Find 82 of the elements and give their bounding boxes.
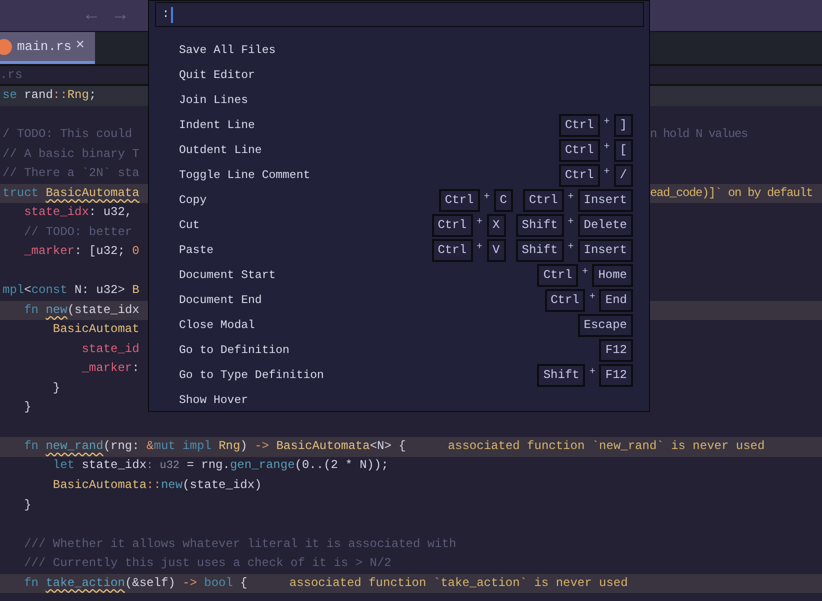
plus-sign: + [568, 216, 574, 230]
command-item[interactable]: Go to Definition [179, 342, 290, 360]
code-line: fn take_action(&self) -> bool { [23, 574, 248, 592]
code-line: state_idx: u32, [23, 204, 132, 221]
code-line: /// Whether it allows whatever literal it is associated with [23, 536, 456, 552]
plus-sign: + [568, 241, 574, 255]
command-item[interactable]: Indent Line [179, 116, 255, 134]
command-input[interactable]: : [155, 2, 644, 27]
code-line: _marker: [u32; 0 [23, 243, 140, 260]
key-cap: F12 [599, 364, 633, 387]
key-cap: Insert [578, 189, 633, 212]
code-line: truct BasicAutomata [2, 184, 140, 202]
code-line: BasicAutomata::new(state_idx) [52, 477, 262, 494]
key-cap: Ctrl [537, 264, 578, 287]
command-item[interactable]: Cut [179, 216, 200, 234]
key-cap: End [599, 289, 633, 312]
key-cap: Shift [516, 239, 564, 262]
key-cap: Shift [516, 214, 564, 237]
code-line: n hold N values [650, 126, 748, 143]
key-cap: Ctrl [522, 189, 564, 212]
command-item[interactable]: Save All Files [179, 42, 276, 60]
key-cap: [ [614, 139, 633, 162]
code-line: state_id [80, 340, 140, 358]
text-cursor [170, 6, 173, 22]
code-line: } [23, 399, 32, 416]
key-cap: X [486, 214, 506, 237]
key-cap: Ctrl [558, 114, 600, 137]
command-item[interactable]: Document End [179, 292, 262, 310]
file-type-icon [0, 38, 13, 56]
plus-sign: + [604, 116, 610, 130]
key-cap: Home [592, 264, 633, 287]
key-cap: Ctrl [432, 239, 473, 262]
key-cap: ] [614, 114, 633, 137]
key-cap: Ctrl [432, 214, 473, 237]
code-line: /// Currently this just uses a check of it is > N/2 [23, 555, 392, 572]
code-line: / TODO: This could [2, 126, 132, 143]
command-item[interactable]: Document Start [179, 266, 276, 284]
code-line: // There a `2N` sta [2, 165, 140, 182]
code-line: fn new(state_idx [23, 302, 140, 318]
code-line: // TODO: better [23, 224, 132, 240]
input-text: : [162, 6, 170, 24]
command-item[interactable]: Copy [179, 192, 207, 210]
command-item[interactable]: Paste [179, 242, 214, 260]
key-cap: Insert [578, 239, 633, 262]
plus-sign: + [582, 266, 588, 280]
key-cap: Ctrl [558, 164, 600, 187]
key-cap: C [494, 189, 513, 212]
command-item[interactable]: Close Modal [179, 316, 255, 334]
key-cap: Ctrl [438, 189, 480, 212]
key-cap: Escape [578, 314, 633, 337]
code-line: BasicAutomat [52, 321, 140, 338]
command-item[interactable]: Outdent Line [179, 142, 262, 160]
key-cap: / [614, 164, 633, 187]
code-line: } [23, 496, 32, 514]
code-line: _marker: [80, 360, 140, 377]
plus-sign: + [589, 366, 596, 380]
plus-sign: + [604, 141, 610, 155]
code-line: fn new_rand(rng: &mut impl Rng) -> BasicAutomata<N> { [23, 438, 406, 455]
key-cap: V [486, 239, 506, 262]
close-icon[interactable]: × [76, 35, 85, 58]
code-line: } [52, 380, 60, 396]
plus-sign: + [568, 191, 574, 205]
command-item[interactable]: Toggle Line Comment [179, 166, 310, 184]
code-line: se rand::Rng; [2, 87, 96, 104]
key-cap: Shift [537, 364, 586, 387]
code-line: let state_idx: u32 = rng.gen_range(0..(2 * N)); [52, 457, 388, 474]
plus-sign: + [604, 166, 610, 180]
key-cap: Delete [578, 214, 633, 237]
plus-sign: + [589, 291, 596, 305]
command-item[interactable]: Show Hover [179, 392, 248, 410]
plus-sign: + [484, 191, 490, 205]
code-line: mpl<const N: u32> B [2, 282, 140, 299]
code-line: // A basic binary T [2, 146, 140, 162]
command-item[interactable]: Quit Editor [179, 66, 255, 84]
command-item[interactable]: Join Lines [179, 92, 248, 110]
key-cap: F12 [599, 339, 633, 362]
key-cap: Ctrl [544, 289, 586, 312]
plus-sign: + [476, 216, 483, 230]
command-item[interactable]: Go to Type Definition [179, 366, 324, 384]
plus-sign: + [476, 241, 483, 255]
editor-tab[interactable]: main.rs × [0, 32, 95, 64]
key-cap: Ctrl [558, 139, 600, 162]
